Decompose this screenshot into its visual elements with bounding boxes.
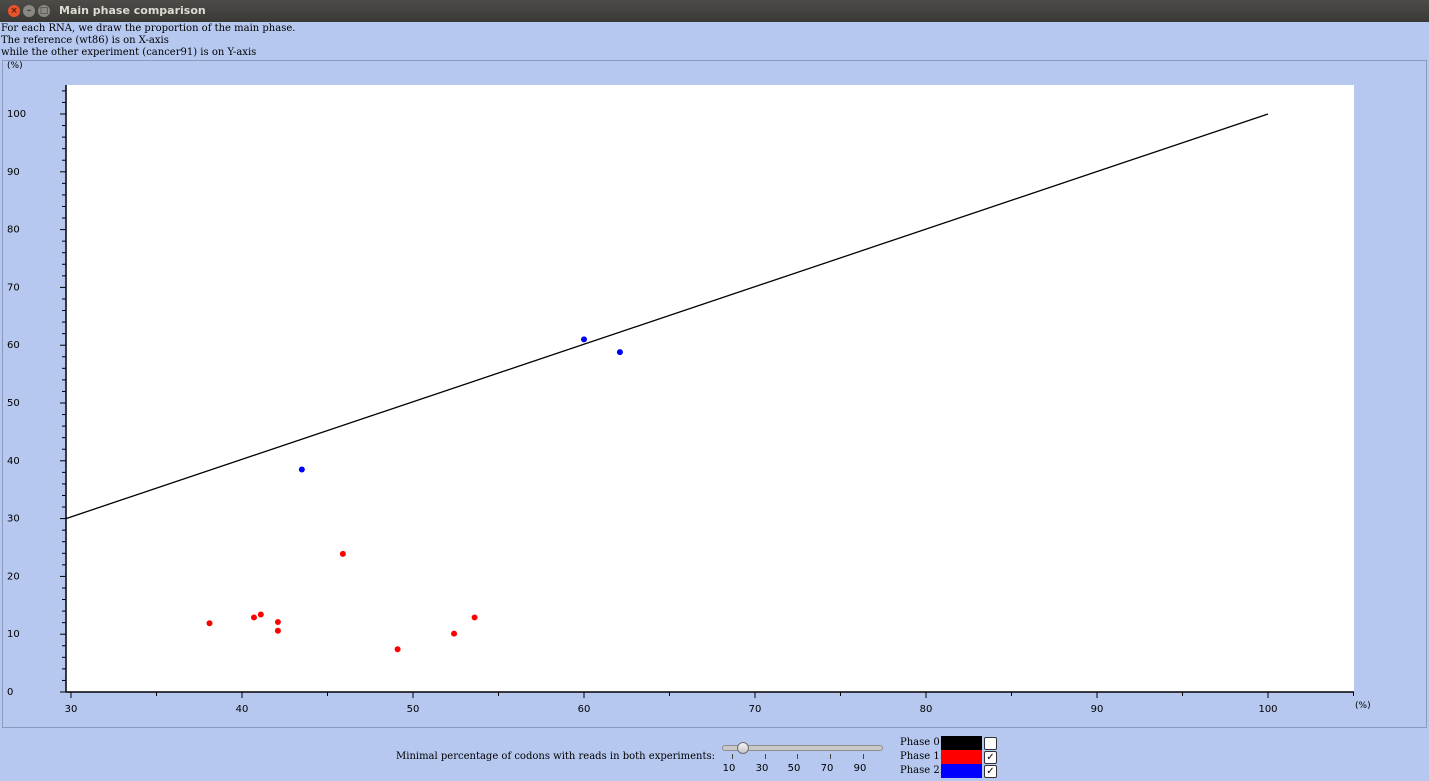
close-window-icon[interactable]: ×: [8, 5, 20, 17]
slider-tick-mark: [863, 754, 864, 759]
legend-swatch: [941, 750, 982, 764]
minimize-window-icon[interactable]: –: [23, 5, 35, 17]
slider-tick-label: 50: [787, 763, 801, 774]
slider-tick-mark: [765, 754, 766, 759]
legend-label: Phase 0:: [900, 737, 944, 748]
slider-tick-label: 10: [722, 763, 736, 774]
legend-label: Phase 2:: [900, 765, 944, 776]
min-percentage-slider-handle[interactable]: [737, 742, 749, 754]
slider-tick-mark: [732, 754, 733, 759]
phase-0-checkbox[interactable]: [984, 737, 997, 750]
description-line-3: while the other experiment (cancer91) is…: [1, 47, 257, 58]
legend-label: Phase 1:: [900, 751, 944, 762]
slider-tick-mark: [830, 754, 831, 759]
chart-panel: [2, 60, 1427, 728]
legend-swatch: [941, 764, 982, 778]
window-title: Main phase comparison: [59, 4, 206, 17]
description-line-1: For each RNA, we draw the proportion of …: [1, 23, 296, 34]
slider-tick-label: 70: [820, 763, 834, 774]
phase-1-checkbox[interactable]: ✓: [984, 751, 997, 764]
window-titlebar: × – □ Main phase comparison: [0, 0, 1429, 22]
slider-tick-mark: [797, 754, 798, 759]
phase-2-checkbox[interactable]: ✓: [984, 765, 997, 778]
description-line-2: The reference (wt86) is on X-axis: [1, 35, 169, 46]
slider-label: Minimal percentage of codons with reads …: [396, 751, 715, 762]
maximize-window-icon[interactable]: □: [38, 5, 50, 17]
slider-tick-label: 30: [755, 763, 769, 774]
slider-tick-label: 90: [853, 763, 867, 774]
legend-swatch: [941, 736, 982, 750]
